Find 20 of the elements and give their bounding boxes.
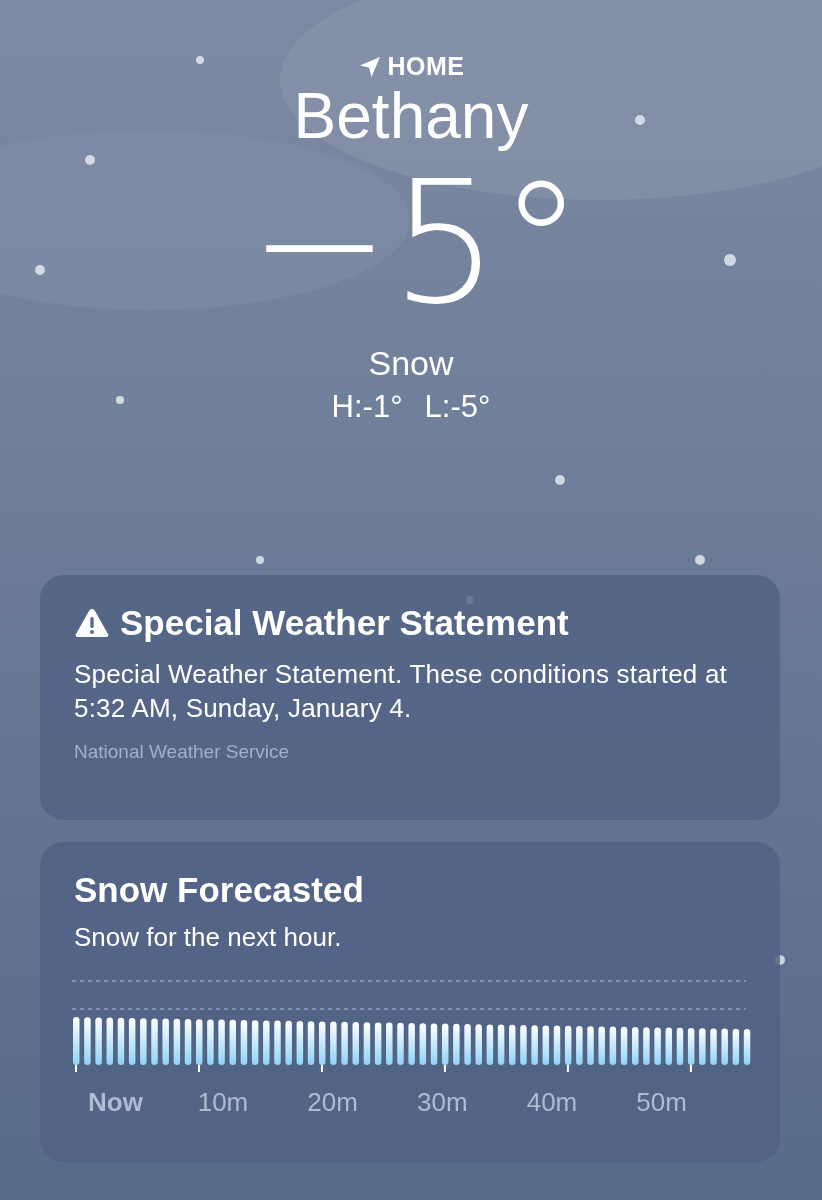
alert-card[interactable]: Special Weather Statement Special Weather Statement. These conditions started at 5:32 AM, Sunday, January 4. National Weather Service xyxy=(40,575,780,820)
alert-source: National Weather Service xyxy=(74,741,291,763)
city-name: Bethany xyxy=(293,79,529,154)
precipitation-summary: Snow for the next hour. xyxy=(74,922,343,953)
location-arrow-icon xyxy=(357,54,382,79)
low-temperature: L:-5° xyxy=(424,388,491,426)
high-temperature: H:-1° xyxy=(331,388,403,426)
time-label: 20m xyxy=(307,1087,359,1118)
warning-icon xyxy=(74,607,110,639)
weather-condition: Snow xyxy=(368,343,454,383)
location-label: HOME xyxy=(387,52,465,81)
time-label: 50m xyxy=(636,1087,688,1118)
time-label: 40m xyxy=(526,1087,579,1118)
current-temperature: −5° xyxy=(248,153,584,333)
precipitation-title: Snow Forecasted xyxy=(74,870,365,910)
alert-description: Special Weather Statement. These conditions started at 5:32 AM, Sunday, January 4. xyxy=(74,658,728,725)
time-label: 30m xyxy=(417,1087,469,1118)
time-label: 10m xyxy=(197,1087,250,1118)
alert-title: Special Weather Statement xyxy=(120,603,569,643)
time-label: Now xyxy=(88,1087,144,1118)
